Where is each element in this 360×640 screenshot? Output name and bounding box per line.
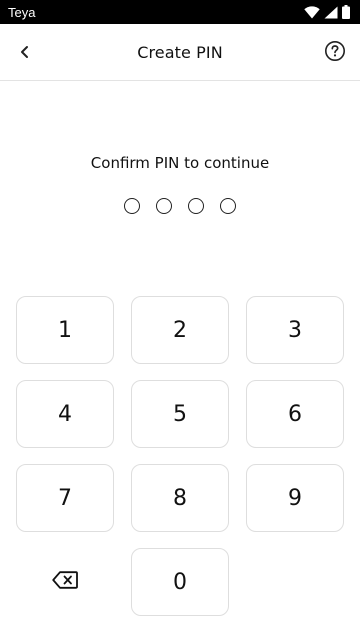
status-bar: Teya (0, 0, 360, 24)
key-5[interactable]: 5 (131, 380, 229, 448)
wifi-icon (304, 5, 320, 19)
key-9[interactable]: 9 (246, 464, 344, 532)
key-8[interactable]: 8 (131, 464, 229, 532)
key-0[interactable]: 0 (131, 548, 229, 616)
pin-dot (188, 198, 204, 214)
backspace-button[interactable] (16, 548, 114, 616)
key-7[interactable]: 7 (16, 464, 114, 532)
key-1[interactable]: 1 (16, 296, 114, 364)
key-3[interactable]: 3 (246, 296, 344, 364)
key-4[interactable]: 4 (16, 380, 114, 448)
question-circle-icon (324, 40, 346, 66)
pin-dot (156, 198, 172, 214)
page-title: Create PIN (137, 42, 223, 62)
key-2[interactable]: 2 (131, 296, 229, 364)
key-6[interactable]: 6 (246, 380, 344, 448)
pin-indicator (0, 198, 360, 214)
status-icons (304, 5, 350, 19)
pin-dot (124, 198, 140, 214)
battery-icon (342, 5, 350, 19)
chevron-left-icon (19, 44, 31, 63)
help-button[interactable] (322, 40, 348, 66)
keypad: 1 2 3 4 5 6 7 8 9 0 (0, 0, 360, 640)
back-button[interactable] (12, 40, 38, 66)
carrier-name: Teya (8, 4, 36, 20)
pin-dot (220, 198, 236, 214)
pin-prompt: Confirm PIN to continue (90, 154, 270, 172)
app-bar: Create PIN (0, 24, 360, 81)
signal-icon (324, 6, 338, 19)
backspace-icon (52, 571, 78, 593)
